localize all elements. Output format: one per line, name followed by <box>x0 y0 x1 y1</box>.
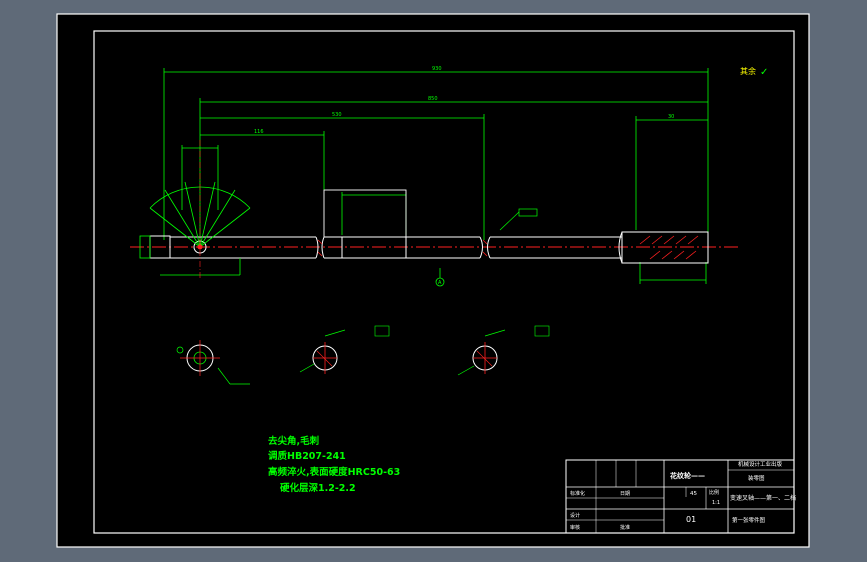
cad-viewport: 其余 ✓ 930 850 530 116 30 A 去尖角,毛刺 调质HB207… <box>0 0 867 562</box>
tb-designer: 设计 <box>570 512 580 519</box>
note-line-1: 去尖角,毛刺 <box>268 435 319 447</box>
section-marker-label: A <box>438 280 442 286</box>
dim-850: 850 <box>428 96 438 102</box>
note-line-4: 硬化层深1.2-2.2 <box>280 482 356 494</box>
tb-scale-value: 1:1 <box>712 500 720 506</box>
cad-drawing: 其余 ✓ 930 850 530 116 30 A 去尖角,毛刺 调质HB207… <box>56 13 810 548</box>
note-line-2: 调质HB207-241 <box>268 450 346 462</box>
note-line-3: 高频淬火,表面硬度HRC50-63 <box>268 466 400 478</box>
tb-review: 审核 <box>570 524 580 531</box>
tb-sheet-label: 第一张零件图 <box>732 516 766 524</box>
tb-institute: 机械设计工业出版 <box>738 460 783 468</box>
finish-symbol-icon: ✓ <box>760 67 768 78</box>
tb-std: 标准化 <box>570 490 585 497</box>
dim-116: 116 <box>254 129 264 135</box>
tb-drawing-type: 装零图 <box>748 474 765 482</box>
tb-code: 花纹轮—— <box>670 471 705 480</box>
finish-mark: 其余 <box>740 66 756 76</box>
dim-30: 30 <box>668 114 674 120</box>
tb-part-name: 变速叉轴——第一、二档 <box>730 494 796 502</box>
tb-date: 日期 <box>620 491 630 497</box>
dim-530: 530 <box>332 112 342 118</box>
tb-sheet-no: 01 <box>686 515 696 524</box>
tb-material: 45 <box>690 491 697 497</box>
tb-approve: 批准 <box>620 524 630 531</box>
dim-overall: 930 <box>432 66 442 72</box>
drawing-sheet <box>56 13 810 548</box>
tb-scale-label: 比例 <box>709 489 719 496</box>
